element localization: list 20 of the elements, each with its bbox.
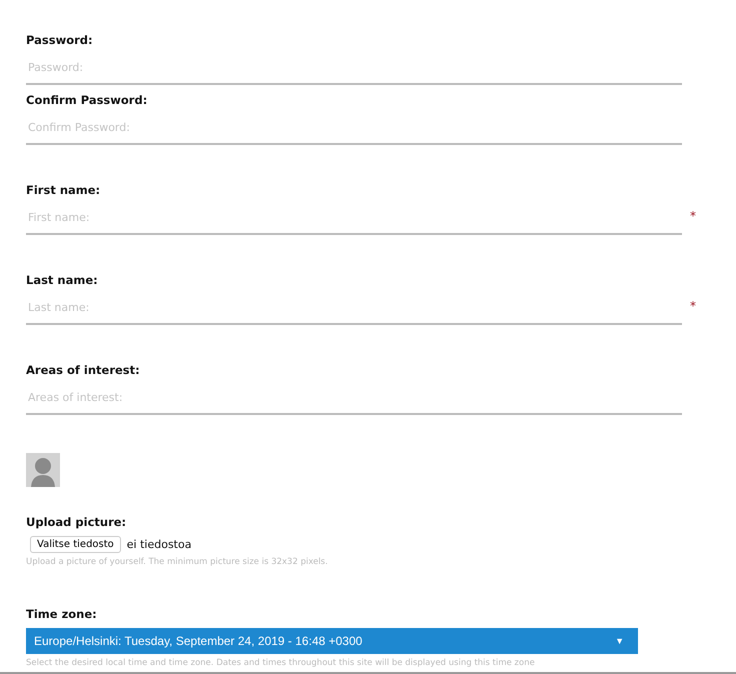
- field-label: Areas of interest:: [26, 363, 141, 377]
- choose-file-button[interactable]: Valitse tiedosto: [30, 536, 121, 553]
- required-mark: *: [690, 209, 696, 223]
- field-label: Upload picture:: [26, 515, 126, 529]
- field-label: First name:: [26, 183, 102, 197]
- file-status: ei tiedostoa: [126, 538, 192, 551]
- input-field[interactable]: Password:: [26, 47, 682, 85]
- input-field[interactable]: Last name:: [26, 287, 682, 325]
- input-field[interactable]: Confirm Password:: [26, 107, 682, 145]
- required-mark: *: [690, 299, 696, 313]
- time-zone-select[interactable]: Europe/Helsinki: Tuesday, September 24, 2019 - 16:48 +0300 ▼: [26, 628, 638, 654]
- input-field[interactable]: First name:: [26, 197, 682, 235]
- field-label: Password:: [26, 33, 94, 47]
- input-field[interactable]: Areas of interest:: [26, 377, 682, 415]
- field-label: Confirm Password:: [26, 93, 148, 107]
- avatar-icon: [26, 453, 60, 487]
- help-text: Select the desired local time and time zone. Dates and times throughout this site will be displayed using this time zone: [26, 658, 536, 668]
- field-label: Time zone:: [26, 607, 97, 621]
- help-text: Upload a picture of yourself. The minimum picture size is 32x32 pixels.: [26, 557, 329, 567]
- field-label: Last name:: [26, 273, 99, 287]
